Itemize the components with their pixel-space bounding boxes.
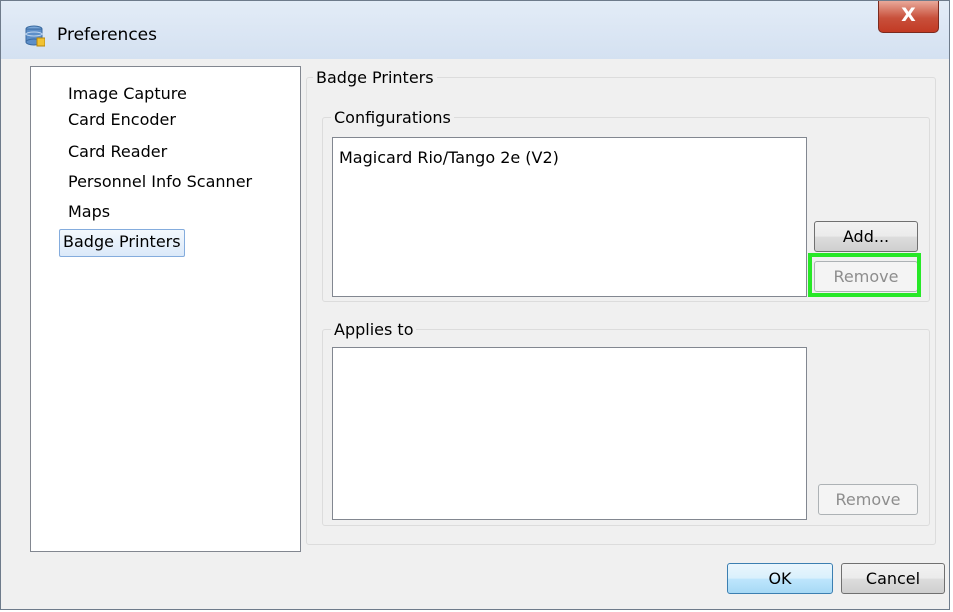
window-title: Preferences (57, 25, 157, 45)
panel-title: Badge Printers (313, 68, 437, 87)
applies-to-label: Applies to (331, 320, 417, 339)
database-icon (25, 25, 45, 47)
nav-item-card-reader[interactable]: Card Reader (65, 139, 170, 165)
close-button[interactable]: X (878, 1, 939, 33)
category-list[interactable]: Image Capture Card Encoder Card Reader P… (30, 66, 301, 552)
nav-item-badge-printers[interactable]: Badge Printers (59, 229, 185, 257)
highlight-box (808, 253, 921, 297)
nav-item-maps[interactable]: Maps (65, 199, 113, 225)
title-bar: Preferences X (1, 1, 949, 59)
add-configuration-button[interactable]: Add... (814, 221, 918, 252)
list-item[interactable]: Magicard Rio/Tango 2e (V2) (339, 148, 559, 167)
client-area: Image Capture Card Encoder Card Reader P… (9, 59, 945, 603)
nav-item-image-capture[interactable]: Image Capture (65, 81, 190, 107)
remove-applies-to-button[interactable]: Remove (818, 484, 918, 515)
nav-item-card-encoder[interactable]: Card Encoder (65, 107, 179, 133)
preferences-window: Preferences X Image Capture Card Encoder… (0, 0, 950, 610)
applies-to-list[interactable] (332, 347, 807, 520)
cancel-button[interactable]: Cancel (841, 563, 945, 594)
configurations-list[interactable]: Magicard Rio/Tango 2e (V2) (332, 137, 807, 297)
nav-item-personnel-info-scanner[interactable]: Personnel Info Scanner (65, 169, 255, 195)
configurations-label: Configurations (331, 108, 454, 127)
ok-button[interactable]: OK (727, 563, 833, 594)
